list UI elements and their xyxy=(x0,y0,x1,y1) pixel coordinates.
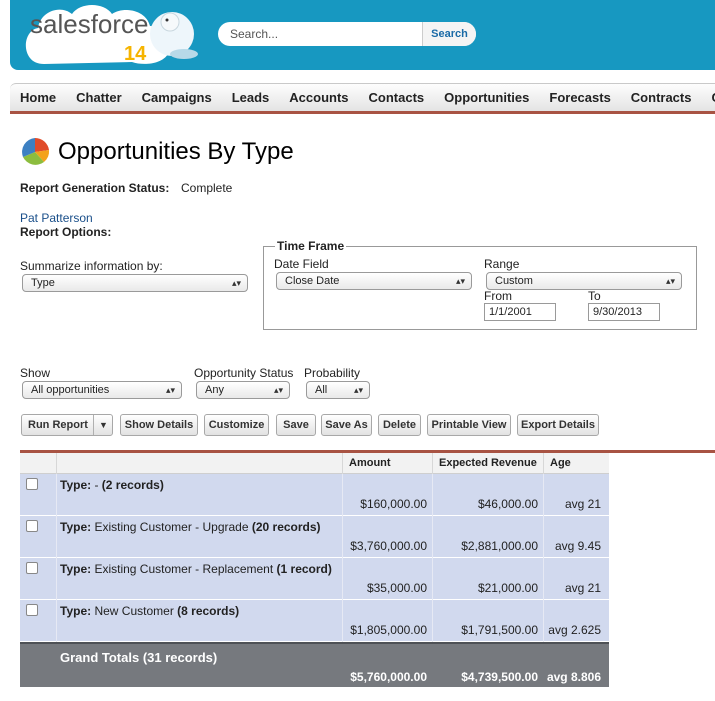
delete-button[interactable]: Delete xyxy=(378,414,421,436)
updown-arrow-icon: ▴▾ xyxy=(165,385,175,395)
updown-arrow-icon: ▴▾ xyxy=(273,385,283,395)
range-select[interactable]: Custom ▴▾ xyxy=(486,272,682,290)
tab-home[interactable]: Home xyxy=(10,85,66,111)
header-bar: salesforce 14 Search xyxy=(10,0,715,70)
tab-contacts[interactable]: Contacts xyxy=(359,85,435,111)
table-row: Type: Existing Customer - Replacement (1… xyxy=(20,558,609,600)
total-expected-revenue: $4,739,500.00 xyxy=(461,670,538,684)
date-field-label: Date Field xyxy=(274,257,329,271)
from-date-input[interactable]: 1/1/2001 xyxy=(484,303,556,321)
timeframe-legend: Time Frame xyxy=(275,239,347,253)
opportunity-status-label: Opportunity Status xyxy=(194,366,294,380)
cell-expected-revenue: $1,791,500.00 xyxy=(461,623,538,637)
search-input[interactable] xyxy=(218,22,422,46)
tab-chatter[interactable]: Chatter xyxy=(66,85,132,111)
table-header: Amount Expected Revenue Age xyxy=(20,453,609,474)
show-select[interactable]: All opportunities ▴▾ xyxy=(22,381,182,399)
row-checkbox[interactable] xyxy=(26,478,38,490)
table-row: Type: New Customer (8 records) $1,805,00… xyxy=(20,600,609,642)
total-age: avg 8.806 xyxy=(546,670,601,684)
to-date-input[interactable]: 9/30/2013 xyxy=(588,303,660,321)
salesforce-logo[interactable]: salesforce 14 xyxy=(24,0,200,66)
save-as-button[interactable]: Save As xyxy=(321,414,372,436)
report-chart-icon xyxy=(22,137,50,165)
report-options-label: Report Options: xyxy=(20,225,112,239)
probability-label: Probability xyxy=(304,366,361,380)
cell-amount: $35,000.00 xyxy=(366,581,427,595)
cell-age: avg 9.45 xyxy=(554,539,601,553)
tab-bar: Home Chatter Campaigns Leads Accounts Co… xyxy=(10,83,715,114)
header-age[interactable]: Age xyxy=(543,453,609,474)
opportunity-status-select[interactable]: Any ▴▾ xyxy=(196,381,290,399)
page-title: Opportunities By Type xyxy=(58,138,294,165)
row-checkbox[interactable] xyxy=(26,562,38,574)
run-report-label: Run Report xyxy=(28,419,88,431)
show-label: Show xyxy=(20,366,51,380)
tab-overflow[interactable]: C xyxy=(701,85,715,111)
updown-arrow-icon: ▴▾ xyxy=(231,278,241,288)
updown-arrow-icon: ▴▾ xyxy=(665,276,675,286)
tab-campaigns[interactable]: Campaigns xyxy=(132,85,222,111)
dropdown-arrow-icon[interactable]: ▼ xyxy=(93,415,113,435)
grand-totals-label: Grand Totals (31 records) xyxy=(60,650,218,665)
row-checkbox[interactable] xyxy=(26,520,38,532)
status-value: Complete xyxy=(181,181,233,195)
updown-arrow-icon: ▴▾ xyxy=(353,385,363,395)
group-title: Type: Existing Customer - Replacement (1… xyxy=(60,562,332,576)
header-expected-revenue[interactable]: Expected Revenue xyxy=(432,453,543,474)
group-title: Type: Existing Customer - Upgrade (20 re… xyxy=(60,520,321,534)
date-field-select[interactable]: Close Date ▴▾ xyxy=(276,272,472,290)
table-row: Type: Existing Customer - Upgrade (20 re… xyxy=(20,516,609,558)
run-report-button[interactable]: Run Report ▼ xyxy=(21,414,113,436)
grand-totals-row: Grand Totals (31 records) $5,760,000.00 … xyxy=(20,642,609,687)
user-link[interactable]: Pat Patterson xyxy=(20,211,93,225)
tab-contracts[interactable]: Contracts xyxy=(621,85,702,111)
probability-select[interactable]: All ▴▾ xyxy=(306,381,370,399)
group-title: Type: New Customer (8 records) xyxy=(60,604,240,618)
cell-expected-revenue: $2,881,000.00 xyxy=(461,539,538,553)
cell-expected-revenue: $21,000.00 xyxy=(477,581,538,595)
search-button[interactable]: Search xyxy=(422,22,476,46)
header-spacer xyxy=(56,453,362,474)
global-search: Search xyxy=(218,22,476,46)
brand-badge: 14 xyxy=(124,43,147,65)
probability-value: All xyxy=(315,384,328,396)
date-field-value: Close Date xyxy=(285,275,340,287)
status-label: Report Generation Status: xyxy=(20,181,170,195)
summarize-label: Summarize information by: xyxy=(20,259,163,273)
summarize-select[interactable]: Type ▴▾ xyxy=(22,274,248,292)
show-details-button[interactable]: Show Details xyxy=(120,414,198,436)
header-amount[interactable]: Amount xyxy=(342,453,432,474)
tab-forecasts[interactable]: Forecasts xyxy=(539,85,620,111)
cell-amount: $160,000.00 xyxy=(360,497,427,511)
export-details-button[interactable]: Export Details xyxy=(517,414,599,436)
report-table: Amount Expected Revenue Age Type: - (2 r… xyxy=(20,453,609,687)
opportunity-status-value: Any xyxy=(205,384,224,396)
range-label: Range xyxy=(484,257,520,271)
cell-age: avg 2.625 xyxy=(548,623,601,637)
printable-view-button[interactable]: Printable View xyxy=(427,414,511,436)
tab-accounts[interactable]: Accounts xyxy=(279,85,358,111)
total-amount: $5,760,000.00 xyxy=(350,670,427,684)
tab-opportunities[interactable]: Opportunities xyxy=(434,85,539,111)
cell-amount: $1,805,000.00 xyxy=(350,623,427,637)
cell-age: avg 21 xyxy=(564,497,601,511)
to-label: To xyxy=(588,289,601,303)
updown-arrow-icon: ▴▾ xyxy=(455,276,465,286)
group-title: Type: - (2 records) xyxy=(60,478,164,492)
show-value: All opportunities xyxy=(31,384,110,396)
cell-age: avg 21 xyxy=(564,581,601,595)
from-label: From xyxy=(484,289,512,303)
tab-leads[interactable]: Leads xyxy=(222,85,280,111)
customize-button[interactable]: Customize xyxy=(204,414,269,436)
brand-name: salesforce xyxy=(30,9,149,39)
range-value: Custom xyxy=(495,275,533,287)
cell-amount: $3,760,000.00 xyxy=(350,539,427,553)
row-checkbox[interactable] xyxy=(26,604,38,616)
summarize-value: Type xyxy=(31,277,55,289)
save-button[interactable]: Save xyxy=(276,414,316,436)
table-row: Type: - (2 records) $160,000.00 $46,000.… xyxy=(20,474,609,516)
cell-expected-revenue: $46,000.00 xyxy=(477,497,538,511)
